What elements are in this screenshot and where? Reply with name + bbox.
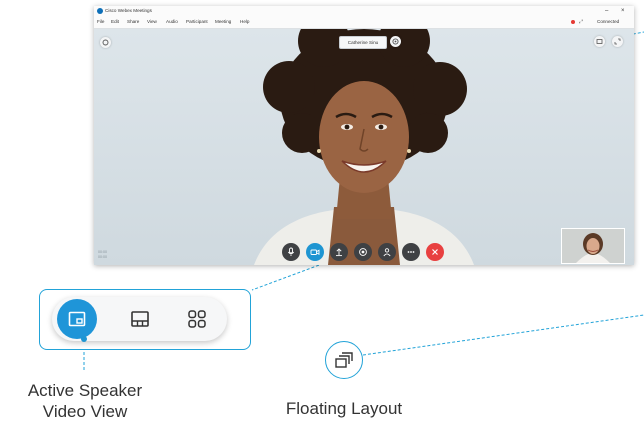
webex-logo-icon: [97, 8, 103, 14]
close-icon: [432, 249, 438, 255]
speaker-options-button[interactable]: [390, 36, 401, 47]
self-view-image: [562, 229, 624, 263]
faint-info-text: 00:00 00:00: [98, 250, 107, 259]
speaker-video-image: [254, 29, 474, 265]
stack-layout-button[interactable]: [126, 305, 154, 333]
active-speaker-video: [94, 29, 634, 265]
grid-icon: [188, 310, 206, 328]
expand-icon: [614, 38, 621, 45]
participants-button[interactable]: [378, 243, 396, 261]
menu-meeting[interactable]: Meeting: [215, 16, 231, 28]
active-speaker-icon: [596, 39, 603, 44]
menu-file[interactable]: File: [97, 16, 104, 28]
stack-layout-icon: [131, 311, 149, 327]
microphone-icon: [287, 247, 295, 256]
end-meeting-button[interactable]: [426, 243, 444, 261]
close-window-button[interactable]: ×: [621, 6, 625, 16]
active-speaker-caption: Active Speaker Video View: [0, 380, 170, 422]
faint-line-2: 00:00: [98, 254, 107, 259]
share-icon: [336, 248, 342, 257]
connection-status[interactable]: Connected: [597, 16, 619, 28]
layout-button[interactable]: [594, 36, 605, 47]
info-button[interactable]: [100, 37, 111, 48]
full-screen-button[interactable]: [612, 36, 623, 47]
window-title: Cisco Webex Meetings: [105, 8, 152, 13]
menu-share[interactable]: Share: [127, 16, 139, 28]
floating-layout-icon: [335, 352, 353, 368]
menu-view[interactable]: View: [147, 16, 157, 28]
people-icon: [383, 248, 391, 257]
active-speaker-layout-button[interactable]: [57, 299, 97, 339]
self-view[interactable]: [561, 228, 625, 264]
camera-icon: [310, 249, 320, 255]
menu-help[interactable]: Help: [240, 16, 249, 28]
floating-layout-caption: Floating Layout: [285, 399, 403, 418]
selected-indicator: [81, 336, 87, 342]
more-button[interactable]: [402, 243, 420, 261]
connection-indicator-icon: [571, 20, 575, 24]
info-icon: [102, 39, 109, 46]
title-bar: Cisco Webex Meetings – ×: [94, 6, 634, 16]
video-button[interactable]: [306, 243, 324, 261]
menu-participant[interactable]: Participant: [186, 16, 208, 28]
network-icon: ⤢: [579, 19, 584, 25]
menu-audio[interactable]: Audio: [166, 16, 178, 28]
record-icon: [359, 248, 367, 256]
faint-line-1: 00:00: [98, 250, 107, 254]
grid-layout-button[interactable]: [183, 305, 211, 333]
caption-line-1: Active Speaker: [27, 381, 143, 400]
caption-line-2: Video View: [42, 402, 128, 421]
mute-button[interactable]: [282, 243, 300, 261]
record-button[interactable]: [354, 243, 372, 261]
floating-layout-button[interactable]: [325, 341, 363, 379]
active-speaker-name: Catherine Sinu: [339, 36, 387, 49]
menu-edit[interactable]: Edit: [111, 16, 119, 28]
active-speaker-icon: [68, 311, 86, 327]
more-icon: [407, 251, 415, 253]
share-button[interactable]: [330, 243, 348, 261]
minimize-button[interactable]: –: [605, 6, 608, 16]
webex-window: Cisco Webex Meetings – × File Edit Share…: [94, 6, 634, 265]
gear-icon: [392, 38, 399, 45]
